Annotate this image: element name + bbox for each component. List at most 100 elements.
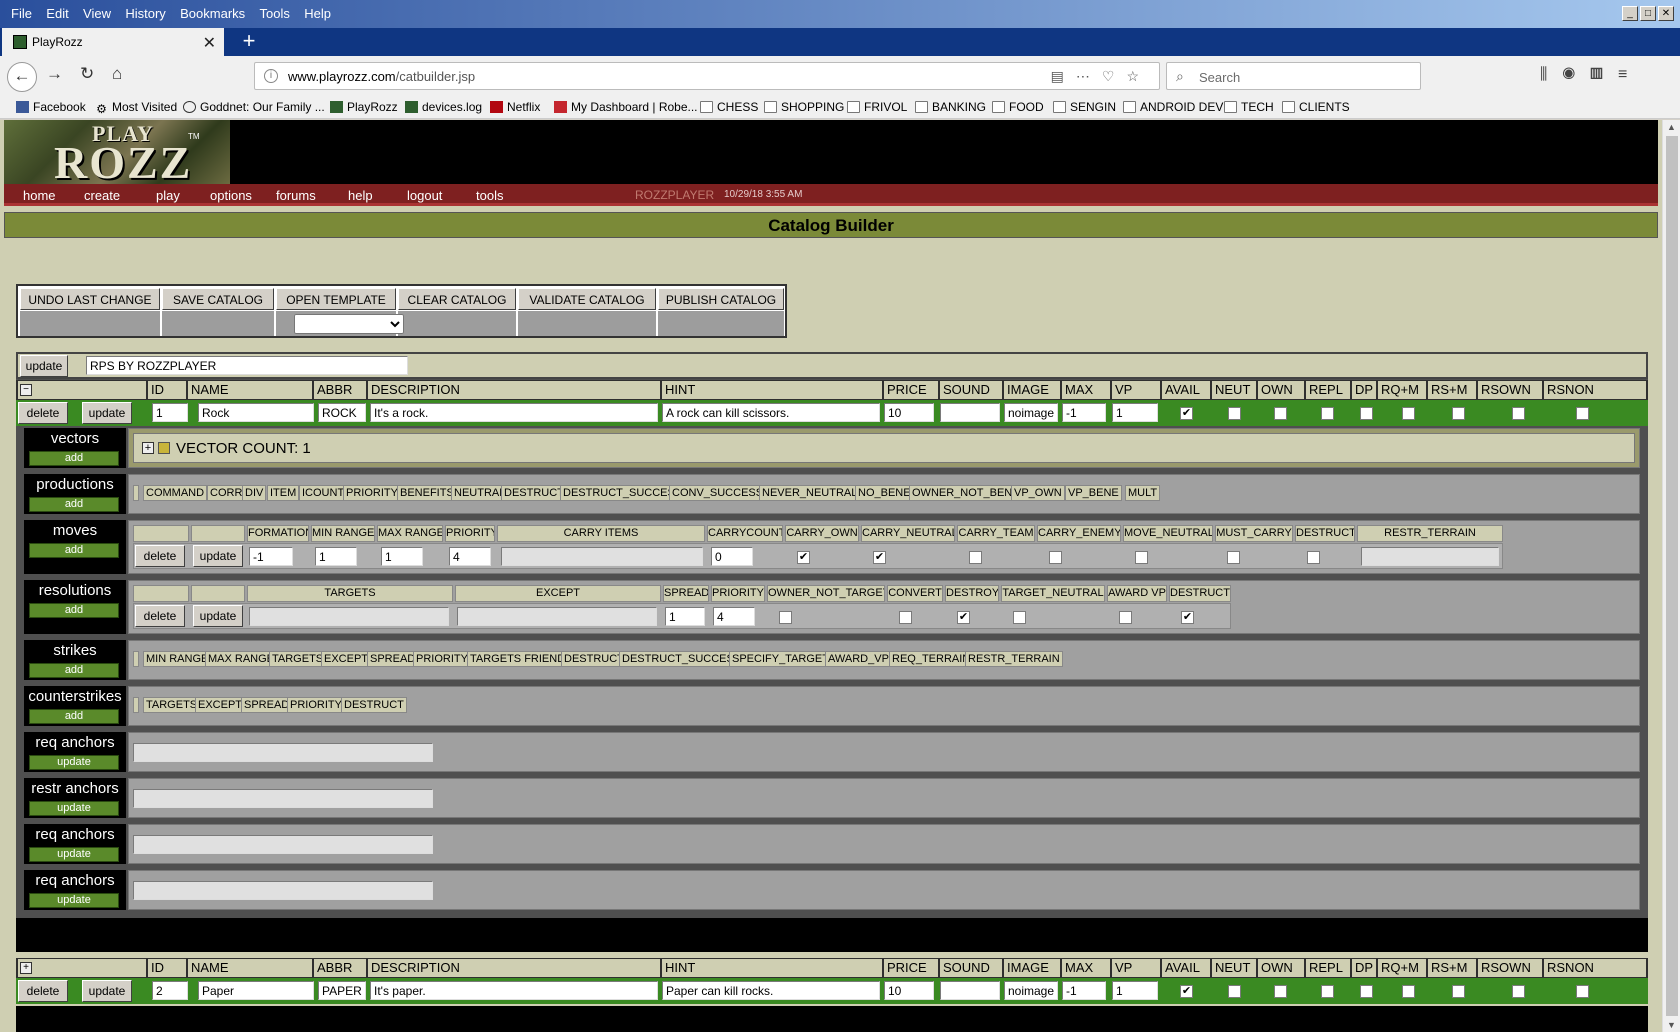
validate-catalog-button[interactable]: VALIDATE CATALOG — [518, 288, 656, 310]
update-item-button[interactable]: update — [82, 980, 132, 1002]
rsm-checkbox[interactable] — [1452, 407, 1465, 420]
convert-checkbox[interactable] — [899, 611, 912, 624]
edit-vector-icon[interactable] — [158, 442, 170, 454]
close-window-button[interactable]: ✕ — [1658, 6, 1674, 21]
item-description-input[interactable]: It's paper. — [370, 981, 658, 1000]
menu-tools[interactable]: Tools — [260, 6, 290, 21]
neut-checkbox[interactable] — [1228, 407, 1241, 420]
nav-logout[interactable]: logout — [407, 188, 442, 203]
moves-add-button[interactable]: add — [29, 543, 119, 558]
maximize-button[interactable]: □ — [1640, 6, 1656, 21]
must-carry-checkbox[interactable] — [1227, 551, 1240, 564]
nav-home[interactable]: home — [23, 188, 56, 203]
bookmark-folder-tech[interactable]: TECH — [1224, 100, 1274, 114]
item-image-input[interactable]: noimage — [1004, 981, 1058, 1000]
move-neutral-checkbox[interactable] — [1135, 551, 1148, 564]
rqm-checkbox[interactable] — [1402, 407, 1415, 420]
rsnon-checkbox[interactable] — [1576, 985, 1589, 998]
rsown-checkbox[interactable] — [1512, 407, 1525, 420]
carry-neutral-checkbox[interactable]: ✔ — [873, 551, 886, 564]
rqm-checkbox[interactable] — [1402, 985, 1415, 998]
bookmark-playrozz[interactable]: PlayRozz — [330, 100, 398, 114]
req-anchors-update-button[interactable]: update — [29, 755, 119, 770]
menu-file[interactable]: File — [11, 6, 32, 21]
own-checkbox[interactable] — [1274, 407, 1287, 420]
strikes-add-button[interactable]: add — [29, 663, 119, 678]
publish-catalog-button[interactable]: PUBLISH CATALOG — [658, 288, 784, 310]
clear-catalog-button[interactable]: CLEAR CATALOG — [398, 288, 516, 310]
catalog-name-input[interactable]: RPS BY ROZZPLAYER — [86, 356, 408, 375]
bookmark-devices-log[interactable]: devices.log — [405, 100, 482, 114]
avail-checkbox[interactable]: ✔ — [1180, 407, 1193, 420]
move-carry-items-input[interactable] — [501, 547, 703, 566]
req-anchors-2-update-button[interactable]: update — [29, 847, 119, 862]
scroll-up-icon[interactable]: ▲ — [1667, 122, 1676, 132]
collapse-toggle[interactable]: − — [20, 384, 32, 396]
item-id-input[interactable]: 1 — [152, 403, 188, 422]
carry-team-checkbox[interactable] — [969, 551, 982, 564]
bookmark-folder-sengin[interactable]: SENGIN — [1053, 100, 1116, 114]
move-priority-input[interactable]: 4 — [449, 547, 491, 566]
library-icon[interactable]: ⫼ — [1540, 66, 1562, 83]
move-delete-button[interactable]: delete — [135, 545, 185, 567]
minimize-button[interactable]: _ — [1622, 6, 1638, 21]
reload-button[interactable]: ↻ — [80, 64, 94, 84]
rsm-checkbox[interactable] — [1452, 985, 1465, 998]
bookmark-folder-clients[interactable]: CLIENTS — [1282, 100, 1350, 114]
scroll-down-icon[interactable]: ▼ — [1667, 1020, 1676, 1030]
item-sound-input[interactable] — [940, 403, 1000, 422]
menu-history[interactable]: History — [125, 6, 165, 21]
vertical-scrollbar[interactable]: ▲ ▼ — [1662, 120, 1680, 1032]
move-formation-input[interactable]: -1 — [249, 547, 293, 566]
resolution-destruct-checkbox[interactable]: ✔ — [1181, 611, 1194, 624]
open-template-button[interactable]: OPEN TEMPLATE — [276, 288, 396, 310]
bookmark-star-icon[interactable]: ☆ — [1126, 68, 1151, 84]
item-price-input[interactable]: 10 — [884, 981, 934, 1000]
move-restr-terrain-input[interactable] — [1361, 547, 1499, 566]
resolution-priority-input[interactable]: 4 — [713, 607, 755, 626]
item-abbr-input[interactable]: PAPER — [318, 981, 366, 1000]
req-anchors-3-input[interactable] — [133, 881, 433, 900]
item-vp-input[interactable]: 1 — [1112, 403, 1158, 422]
req-anchors-2-input[interactable] — [133, 835, 433, 854]
hamburger-menu-icon[interactable]: ≡ — [1618, 66, 1642, 83]
pocket-icon[interactable]: ♡ — [1102, 68, 1127, 84]
tab-playrozz[interactable]: PlayRozz ✕ — [2, 28, 224, 56]
item-name-input[interactable]: Rock — [198, 403, 314, 422]
item-id-input[interactable]: 2 — [152, 981, 188, 1000]
abp-icon[interactable]: ◉ — [1562, 66, 1590, 83]
neut-checkbox[interactable] — [1228, 985, 1241, 998]
repl-checkbox[interactable] — [1321, 985, 1334, 998]
move-destruct-checkbox[interactable] — [1307, 551, 1320, 564]
more-actions-icon[interactable]: ⋯ — [1076, 68, 1102, 84]
resolution-except-input[interactable] — [457, 607, 657, 626]
item-hint-input[interactable]: A rock can kill scissors. — [662, 403, 880, 422]
move-update-button[interactable]: update — [193, 545, 243, 567]
search-input[interactable]: ⌕ Search — [1166, 62, 1421, 90]
vectors-add-button[interactable]: add — [29, 451, 119, 466]
req-anchors-3-update-button[interactable]: update — [29, 893, 119, 908]
move-max-range-input[interactable]: 1 — [381, 547, 423, 566]
back-button[interactable]: ← — [7, 62, 37, 92]
resolution-targets-input[interactable] — [249, 607, 449, 626]
item-description-input[interactable]: It's a rock. — [370, 403, 658, 422]
home-button[interactable]: ⌂ — [112, 64, 122, 84]
move-min-range-input[interactable]: 1 — [315, 547, 357, 566]
bookmark-most-visited[interactable]: ⚙ Most Visited — [95, 100, 177, 115]
item-image-input[interactable]: noimage — [1004, 403, 1058, 422]
expand-vector-icon[interactable]: + — [142, 442, 154, 454]
scroll-thumb[interactable] — [1666, 136, 1678, 1016]
playrozz-logo[interactable]: PLAY ROZZ TM — [4, 120, 230, 188]
avail-checkbox[interactable]: ✔ — [1180, 985, 1193, 998]
item-max-input[interactable]: -1 — [1062, 981, 1106, 1000]
bookmark-folder-food[interactable]: FOOD — [992, 100, 1044, 114]
update-item-button[interactable]: update — [82, 402, 132, 424]
restr-anchors-input[interactable] — [133, 789, 433, 808]
dp-checkbox[interactable] — [1360, 407, 1373, 420]
bookmark-facebook[interactable]: Facebook — [16, 100, 86, 114]
delete-item-button[interactable]: delete — [18, 402, 68, 424]
carry-own-checkbox[interactable]: ✔ — [797, 551, 810, 564]
resolution-delete-button[interactable]: delete — [135, 605, 185, 627]
url-bar[interactable]: i www.playrozz.com/catbuilder.jsp ▤⋯♡☆ — [254, 62, 1160, 90]
undo-button[interactable]: UNDO LAST CHANGE — [20, 288, 160, 310]
